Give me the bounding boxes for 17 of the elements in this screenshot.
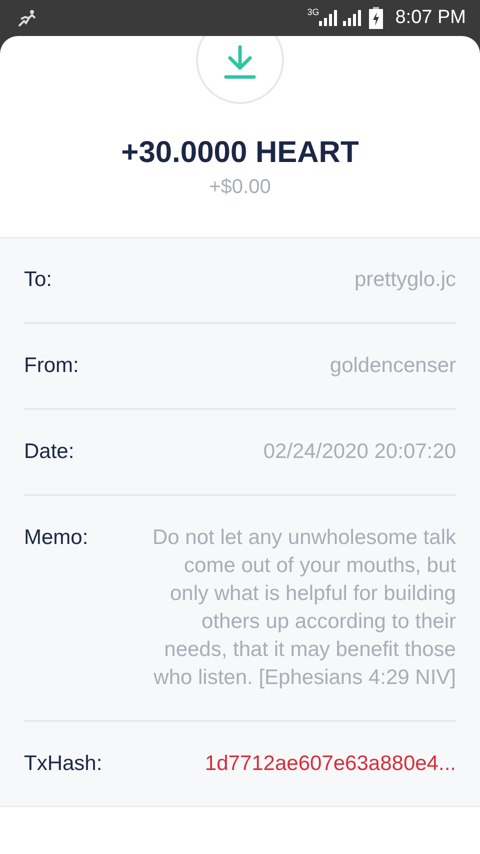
tx-hash-link[interactable]: 1d7712ae607e63a880e4... [204,750,456,778]
detail-value: 02/24/2020 20:07:20 [263,439,456,465]
network-label: 3G [307,7,320,17]
detail-label: To: [24,267,52,293]
battery-icon [369,7,384,29]
fiat-value: +$0.00 [209,176,271,199]
runner-icon [16,9,38,27]
status-time: 8:07 PM [395,7,466,29]
detail-value: prettyglo.jc [354,267,456,293]
detail-value: goldencenser [330,353,456,379]
detail-label: TxHash: [24,751,102,777]
detail-label: Memo: [24,525,88,551]
detail-value: Do not let any unwholesome talk come out of your mouths, but only what is helpful for building others up according to their needs, that it may benefit those who listen. [Ephesians 4:29 NIV] [151,525,456,691]
amount-text: +30.0000 HEART [121,136,359,170]
detail-label: Date: [24,439,74,465]
signal-icon [319,10,364,26]
detail-label: From: [24,353,79,379]
